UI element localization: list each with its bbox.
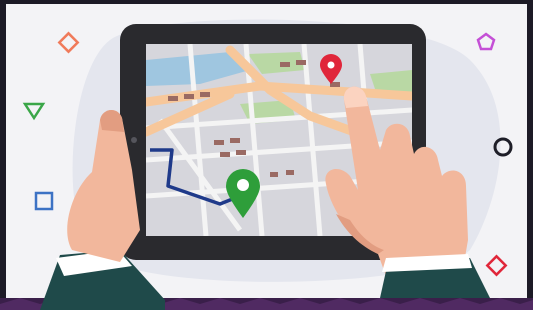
tablet-map-illustration (0, 0, 533, 310)
tablet-camera (131, 137, 137, 143)
illustration (0, 0, 533, 310)
